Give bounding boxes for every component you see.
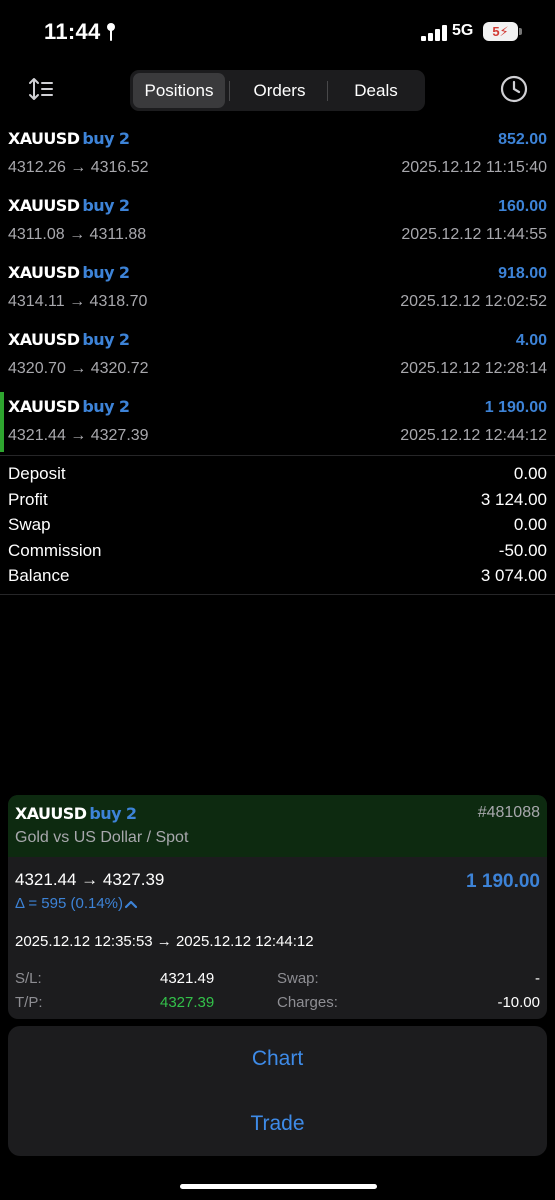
symbol-name: XAUUSD [8,196,80,215]
tp-value: 4327.39 [160,994,215,1011]
summary-label: Deposit [8,464,66,483]
tab-divider [229,81,230,101]
position-symbol: XAUUSD buy 2 [8,397,130,416]
tp-label: T/P: [15,994,43,1011]
tab-orders[interactable]: Orders [233,73,326,108]
detail-prices: 4321.44 → 4327.39 [15,870,165,889]
tab-switcher: Positions Orders Deals [130,70,425,111]
chart-button[interactable]: Chart [8,1026,547,1091]
summary-label: Balance [8,566,70,585]
position-time: 2025.12.12 11:44:55 [401,226,547,243]
tab-deals[interactable]: Deals [330,73,422,108]
summary-row-balance: Balance 3 074.00 [0,566,555,592]
position-side: buy 2 [82,263,130,282]
summary-row-profit: Profit 3 124.00 [0,490,555,516]
sl-label: S/L: [15,970,42,987]
summary-row-swap: Swap 0.00 [0,515,555,541]
detail-ticket: #481088 [477,804,540,821]
detail-symbol-name: XAUUSD [15,804,87,823]
position-symbol: XAUUSD buy 2 [8,196,130,215]
status-time: 11:44 [44,19,101,44]
summary-value: -50.00 [498,541,547,560]
detail-symbol: XAUUSD buy 2 [15,804,137,823]
summary-label: Commission [8,541,102,560]
position-prices: 4311.08 → 4311.88 [8,226,147,243]
charges-label: Charges: [277,994,338,1011]
selection-marker [0,392,4,452]
position-profit: 918.00 [498,265,547,282]
chevron-up-icon [125,900,138,909]
home-indicator[interactable] [180,1184,377,1189]
position-profit: 1 190.00 [484,399,547,416]
battery-level: 5 [492,24,500,39]
status-bar: 11:44 5G 5⚡ [0,0,555,62]
sort-icon[interactable] [28,76,54,102]
position-profit: 852.00 [498,131,547,148]
position-prices: 4314.11 → 4318.70 [8,293,148,310]
summary-value: 3 124.00 [480,490,547,509]
summary-value: 0.00 [513,515,547,534]
divider [0,594,555,595]
detail-header: XAUUSD buy 2 #481088 Gold vs US Dollar / … [8,795,547,857]
detail-times: 2025.12.12 12:35:53 → 2025.12.12 12:44:1… [15,933,314,950]
detail-delta[interactable]: Δ = 595 (0.14%) [15,895,138,912]
tab-divider [327,81,328,101]
divider [0,455,555,456]
location-pin-icon [107,23,115,41]
charges-value: -10.00 [497,994,540,1011]
detail-profit: 1 190.00 [466,871,540,892]
swap-value: - [535,970,540,987]
battery-icon: 5⚡ [483,22,522,41]
position-profit: 160.00 [498,198,547,215]
action-sheet: Chart Trade [8,1026,547,1156]
position-row[interactable]: XAUUSD buy 2 4320.70 → 4320.72 4.00 2025.… [0,325,555,392]
position-row[interactable]: XAUUSD buy 2 4314.11 → 4318.70 918.00 202… [0,258,555,325]
position-row[interactable]: XAUUSD buy 2 4311.08 → 4311.88 160.00 202… [0,191,555,258]
position-detail-card: XAUUSD buy 2 #481088 Gold vs US Dollar / … [8,795,547,1019]
summary-row-commission: Commission -50.00 [0,541,555,567]
position-side: buy 2 [82,129,130,148]
position-row[interactable]: XAUUSD buy 2 4312.26 → 4316.52 852.00 202… [0,124,555,191]
symbol-name: XAUUSD [8,129,80,148]
position-symbol: XAUUSD buy 2 [8,263,130,282]
position-time: 2025.12.12 11:15:40 [401,159,547,176]
position-prices: 4321.44 → 4327.39 [8,427,149,444]
summary-label: Profit [8,490,48,509]
position-prices: 4312.26 → 4316.52 [8,159,149,176]
position-profit: 4.00 [515,332,547,349]
summary-value: 0.00 [513,464,547,483]
position-symbol: XAUUSD buy 2 [8,330,130,349]
delta-text: Δ = 595 (0.14%) [15,895,124,912]
symbol-name: XAUUSD [8,397,80,416]
symbol-name: XAUUSD [8,263,80,282]
network-label: 5G [452,22,474,39]
detail-description: Gold vs US Dollar / Spot [15,829,189,846]
summary-value: 3 074.00 [480,566,547,585]
signal-icon [421,25,447,41]
swap-label: Swap: [277,970,319,987]
position-time: 2025.12.12 12:02:52 [400,293,547,310]
summary-label: Swap [8,515,51,534]
position-time: 2025.12.12 12:44:12 [400,427,547,444]
trade-button[interactable]: Trade [8,1091,547,1156]
history-clock-icon[interactable] [500,75,528,103]
symbol-name: XAUUSD [8,330,80,349]
summary-row-deposit: Deposit 0.00 [0,464,555,490]
position-symbol: XAUUSD buy 2 [8,129,130,148]
position-side: buy 2 [82,330,130,349]
position-side: buy 2 [82,196,130,215]
sl-value: 4321.49 [160,970,215,987]
detail-side: buy 2 [89,804,137,823]
position-row-selected[interactable]: XAUUSD buy 2 4321.44 → 4327.39 1 190.00 2… [0,392,555,459]
position-prices: 4320.70 → 4320.72 [8,360,149,377]
position-side: buy 2 [82,397,130,416]
position-time: 2025.12.12 12:28:14 [400,360,547,377]
charging-bolt-icon: ⚡ [499,24,509,39]
tab-positions[interactable]: Positions [133,73,225,108]
